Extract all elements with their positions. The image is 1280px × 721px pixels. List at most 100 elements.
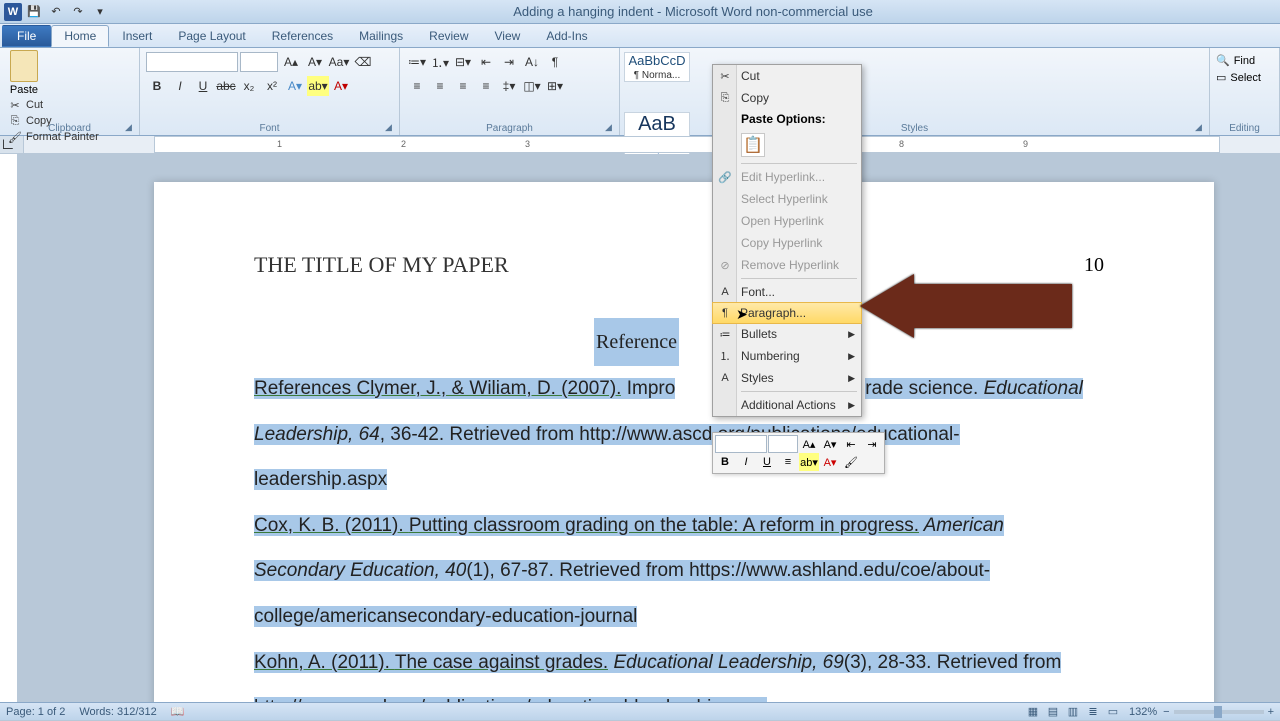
font-family-combo[interactable] [146,52,238,72]
mini-increase-indent-icon[interactable]: ⇥ [862,435,882,453]
menu-select-hyperlink[interactable]: Select Hyperlink [713,188,861,210]
tab-mailings[interactable]: Mailings [346,25,416,47]
view-print-layout-icon[interactable]: ▦ [1023,703,1043,721]
menu-separator [741,391,857,392]
mini-highlight-icon[interactable]: ab▾ [799,453,819,471]
borders-icon[interactable]: ⊞▾ [544,76,566,96]
decrease-indent-icon[interactable]: ⇤ [475,52,497,72]
paste-keep-source-button[interactable]: 📋 [741,133,765,157]
mini-format-painter-icon[interactable]: 🖌 [841,453,861,471]
undo-icon[interactable]: ↶ [46,2,66,22]
qat-dropdown-icon[interactable]: ▾ [90,2,110,22]
menu-bullets[interactable]: ≔Bullets▶ [713,323,861,345]
sort-icon[interactable]: A↓ [521,52,543,72]
menu-numbering[interactable]: ⒈Numbering▶ [713,345,861,367]
tab-home[interactable]: Home [51,25,109,47]
clipboard-launcher-icon[interactable]: ◢ [125,122,137,134]
tab-addins[interactable]: Add-Ins [533,25,600,47]
ruler-mark: 1 [277,139,282,149]
paste-button[interactable]: Paste [4,50,44,96]
menu-additional-actions[interactable]: Additional Actions▶ [713,394,861,416]
menu-cut[interactable]: ✂Cut [713,65,861,87]
font-size-combo[interactable] [240,52,278,72]
change-case-icon[interactable]: Aa▾ [328,52,350,72]
find-button[interactable]: 🔍Find [1214,52,1275,69]
tab-page-layout[interactable]: Page Layout [165,25,258,47]
tab-review[interactable]: Review [416,25,481,47]
menu-copy[interactable]: ⎘Copy [713,87,861,109]
ref-text: Cox, K. B. (2011). [254,515,409,536]
mini-shrink-font-icon[interactable]: A▾ [820,435,840,453]
tab-file[interactable]: File [2,25,51,47]
view-outline-icon[interactable]: ≣ [1083,703,1103,721]
bold-button[interactable]: B [146,76,168,96]
mini-size-combo[interactable] [768,435,798,453]
mini-bold-button[interactable]: B [715,453,735,471]
numbering-icon[interactable]: ⒈▾ [429,52,451,72]
menu-font[interactable]: AFont... [713,281,861,303]
underline-button[interactable]: U [192,76,214,96]
text-effects-icon[interactable]: A▾ [284,76,306,96]
group-styles: AaBbCcD ¶ Norma... AaBbCc Heading 2 AaB … [620,48,1210,135]
view-web-layout-icon[interactable]: ▥ [1063,703,1083,721]
zoom-in-button[interactable]: + [1268,706,1274,718]
paragraph-launcher-icon[interactable]: ◢ [605,122,617,134]
show-hide-icon[interactable]: ¶ [544,52,566,72]
menu-styles[interactable]: AStyles▶ [713,367,861,389]
menu-remove-hyperlink[interactable]: ⊘Remove Hyperlink [713,254,861,276]
save-icon[interactable]: 💾 [24,2,44,22]
zoom-slider[interactable] [1174,710,1264,714]
menu-copy-hyperlink[interactable]: Copy Hyperlink [713,232,861,254]
mini-center-icon[interactable]: ≡ [778,453,798,471]
styles-launcher-icon[interactable]: ◢ [1195,122,1207,134]
shading-icon[interactable]: ◫▾ [521,76,543,96]
cut-button[interactable]: ✂Cut [8,98,135,112]
redo-icon[interactable]: ↷ [68,2,88,22]
increase-indent-icon[interactable]: ⇥ [498,52,520,72]
status-page[interactable]: Page: 1 of 2 [6,706,65,718]
zoom-level[interactable]: 132% [1129,706,1157,718]
font-launcher-icon[interactable]: ◢ [385,122,397,134]
menu-label: Styles [741,371,774,385]
tab-insert[interactable]: Insert [109,25,165,47]
multilevel-list-icon[interactable]: ⊟▾ [452,52,474,72]
highlight-icon[interactable]: ab▾ [307,76,329,96]
vertical-ruler[interactable] [0,154,18,702]
style-normal[interactable]: AaBbCcD ¶ Norma... [624,52,690,82]
line-spacing-icon[interactable]: ‡▾ [498,76,520,96]
menu-paragraph[interactable]: ¶Paragraph... [712,302,862,324]
tab-references[interactable]: References [259,25,346,47]
font-color-icon[interactable]: A▾ [330,76,352,96]
page-number: 10 [1084,254,1104,277]
align-left-icon[interactable]: ≡ [406,76,428,96]
mini-font-color-icon[interactable]: A▾ [820,453,840,471]
zoom-out-button[interactable]: − [1163,706,1169,718]
justify-icon[interactable]: ≡ [475,76,497,96]
superscript-button[interactable]: x² [261,76,283,96]
select-button[interactable]: ▭Select [1214,69,1275,86]
strikethrough-button[interactable]: abc [215,76,237,96]
document-page[interactable]: THE TITLE OF MY PAPER 10 Reference Refer… [154,182,1214,702]
view-full-screen-icon[interactable]: ▤ [1043,703,1063,721]
align-right-icon[interactable]: ≡ [452,76,474,96]
menu-open-hyperlink[interactable]: Open Hyperlink [713,210,861,232]
unlink-icon: ⊘ [717,257,733,273]
bullets-icon[interactable]: ≔▾ [406,52,428,72]
proofing-icon[interactable]: 📖 [171,705,185,718]
align-center-icon[interactable]: ≡ [429,76,451,96]
mini-underline-button[interactable]: U [757,453,777,471]
mini-decrease-indent-icon[interactable]: ⇤ [841,435,861,453]
grow-font-icon[interactable]: A▴ [280,52,302,72]
italic-button[interactable]: I [169,76,191,96]
menu-edit-hyperlink[interactable]: 🔗Edit Hyperlink... [713,166,861,188]
mini-font-combo[interactable] [715,435,767,453]
mini-grow-font-icon[interactable]: A▴ [799,435,819,453]
view-draft-icon[interactable]: ▭ [1103,703,1123,721]
shrink-font-icon[interactable]: A▾ [304,52,326,72]
horizontal-ruler[interactable]: 1 2 3 7 8 9 [154,136,1220,153]
status-words[interactable]: Words: 312/312 [79,706,156,718]
subscript-button[interactable]: x₂ [238,76,260,96]
mini-italic-button[interactable]: I [736,453,756,471]
tab-view[interactable]: View [482,25,534,47]
clear-formatting-icon[interactable]: ⌫ [352,52,374,72]
